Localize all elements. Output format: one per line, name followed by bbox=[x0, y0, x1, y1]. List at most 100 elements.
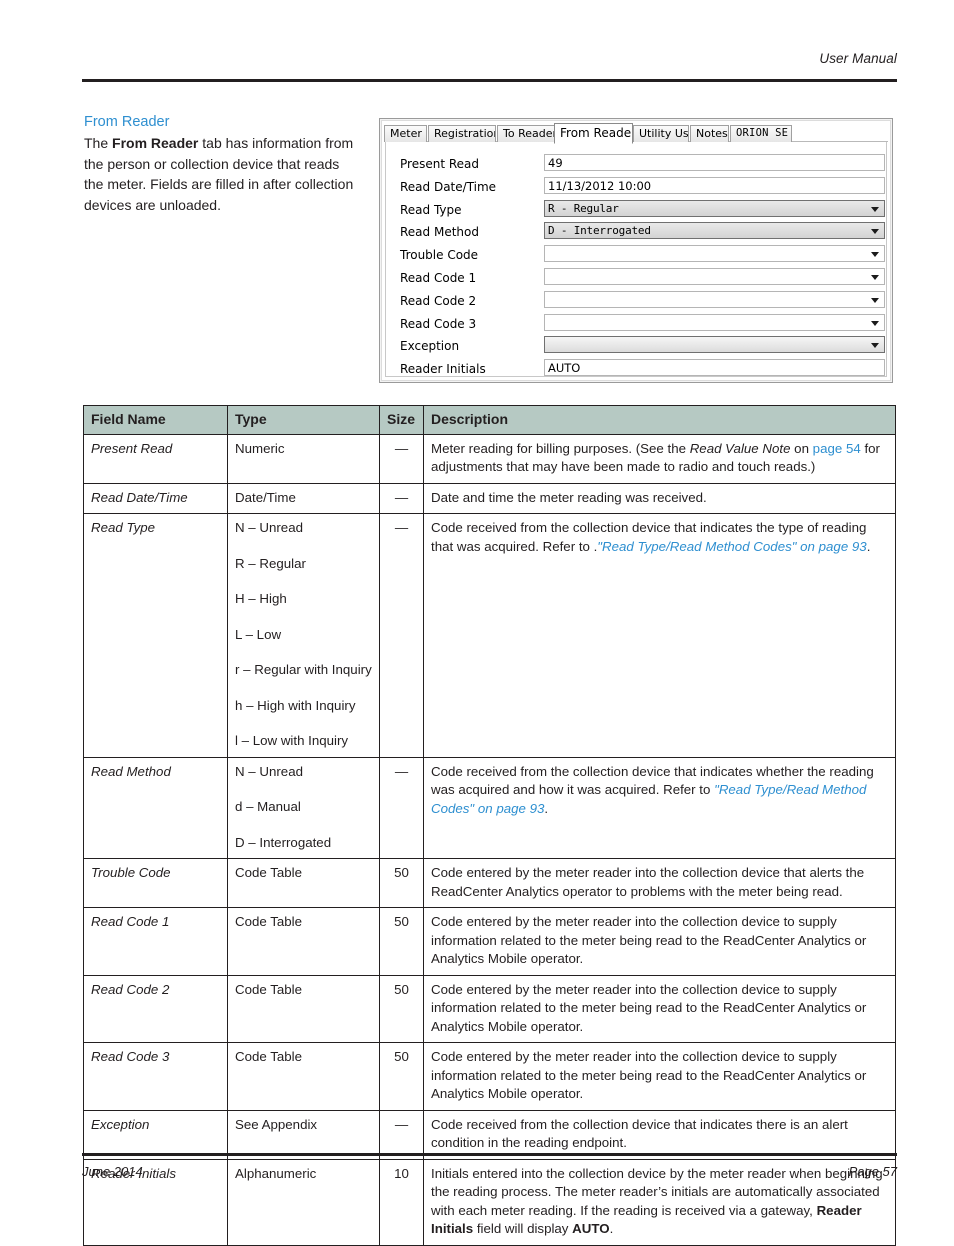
form-row-reader-initials: Reader Initials AUTO bbox=[386, 358, 886, 381]
read-date-time-value: 11/13/2012 10:00 bbox=[548, 178, 652, 193]
cell-field-name: Read Type bbox=[83, 513, 228, 758]
section-heading: From Reader bbox=[84, 114, 170, 130]
type-option: r – Regular with Inquiry bbox=[235, 662, 372, 677]
present-read-input[interactable]: 49 bbox=[544, 154, 885, 171]
from-reader-dialog: Meter Registration To Reader From Reader Uti… bbox=[379, 118, 893, 383]
cell-size: — bbox=[379, 482, 424, 514]
intro-text-1: The bbox=[84, 135, 113, 151]
cell-type: N – Unread d – Manual D – Interrogated bbox=[227, 756, 380, 859]
chevron-down-icon[interactable] bbox=[871, 229, 879, 235]
read-date-time-input[interactable]: 11/13/2012 10:00 bbox=[544, 176, 885, 194]
description-text: Code received from the collection device… bbox=[431, 1116, 848, 1151]
table-row: Read Code 2 Code Table 50 Code entered by t… bbox=[83, 974, 896, 1043]
present-read-value: 49 bbox=[548, 156, 563, 170]
description-text: . bbox=[866, 538, 871, 554]
dialog-tab-to-reader[interactable]: To Reader bbox=[497, 125, 557, 142]
cross-reference-link[interactable]: "Read Type/Read Method Codes" on page 93 bbox=[597, 539, 866, 554]
chevron-down-icon[interactable] bbox=[871, 252, 879, 258]
dialog-tabstrip[interactable]: Meter Registration To Reader From Reader Uti… bbox=[384, 123, 888, 144]
type-option: R – Regular bbox=[235, 555, 306, 571]
form-row-present-read: Present Read 49 bbox=[386, 153, 886, 176]
header-rule bbox=[82, 79, 897, 82]
read-code-3-dropdown[interactable] bbox=[544, 313, 885, 331]
table-row: Trouble Code Code Table 50 Code entered by … bbox=[83, 858, 896, 908]
table-body: Present Read Numeric — Meter reading for bi… bbox=[83, 433, 896, 1246]
cell-field-name: Read Code 3 bbox=[83, 1042, 228, 1111]
cell-type: Numeric bbox=[227, 433, 380, 484]
footer-date: June 2014 bbox=[82, 1164, 143, 1179]
dialog-tab-label: ORION SE bbox=[736, 127, 789, 139]
cell-description: Code entered by the meter reader into th… bbox=[423, 858, 896, 908]
table-header-row: Field Name Type Size Description bbox=[83, 405, 896, 435]
cell-field-name: Read Method bbox=[83, 756, 228, 859]
dialog-tab-notes[interactable]: Notes bbox=[690, 125, 729, 142]
read-code-2-dropdown[interactable] bbox=[544, 290, 885, 308]
cell-type: Code Table bbox=[227, 907, 380, 976]
read-code-1-dropdown[interactable] bbox=[544, 268, 885, 285]
cell-field-name: Exception bbox=[83, 1109, 228, 1160]
field-label: Read Code 1 bbox=[400, 271, 477, 285]
exception-dropdown[interactable] bbox=[544, 336, 885, 354]
dialog-tab-label: Meter bbox=[390, 127, 422, 140]
cell-size: 50 bbox=[379, 1042, 424, 1111]
reader-initials-input[interactable]: AUTO bbox=[544, 359, 885, 377]
field-label: Read Date/Time bbox=[400, 179, 497, 194]
description-text: . bbox=[609, 1221, 614, 1236]
form-row-read-code-1: Read Code 1 bbox=[386, 267, 886, 290]
dialog-tab-label: Registration bbox=[434, 127, 496, 140]
type-option: N – Unread bbox=[235, 763, 303, 779]
cell-size: — bbox=[379, 433, 424, 484]
running-header: User Manual bbox=[82, 50, 897, 68]
cell-type: Code Table bbox=[227, 858, 380, 908]
chevron-down-icon[interactable] bbox=[871, 297, 879, 303]
chevron-down-icon[interactable] bbox=[871, 275, 879, 280]
cell-description: Code entered by the meter reader into th… bbox=[423, 907, 896, 976]
read-method-dropdown[interactable]: D - Interrogated bbox=[544, 222, 885, 240]
dialog-tab-registration[interactable]: Registration bbox=[428, 125, 496, 142]
reader-initials-value: AUTO bbox=[548, 361, 581, 376]
type-option: Code Table bbox=[235, 1049, 303, 1064]
dialog-tab-utility-use[interactable]: Utility Use bbox=[633, 125, 689, 142]
col-header-type: Type bbox=[227, 405, 380, 435]
cell-field-name: Read Code 1 bbox=[83, 907, 228, 976]
description-text: Code entered by the meter reader into th… bbox=[431, 1049, 867, 1101]
form-row-trouble-code: Trouble Code bbox=[386, 244, 886, 267]
chevron-down-icon[interactable] bbox=[871, 206, 879, 212]
from-reader-form: Present Read 49 Read Date/Time 11/13/2012 1… bbox=[385, 142, 887, 377]
description-text: . bbox=[544, 800, 549, 816]
form-row-read-code-3: Read Code 3 bbox=[386, 313, 886, 336]
dialog-tab-meter[interactable]: Meter bbox=[384, 125, 427, 142]
cell-size: 50 bbox=[379, 974, 424, 1043]
read-type-selected-value: R - Regular bbox=[548, 201, 619, 215]
dialog-tab-from-reader[interactable]: From Reader bbox=[554, 123, 633, 144]
form-row-read-code-2: Read Code 2 bbox=[386, 290, 886, 313]
description-text: on bbox=[790, 440, 813, 456]
form-row-read-date-time: Read Date/Time 11/13/2012 10:00 bbox=[386, 176, 886, 199]
col-header-field-name: Field Name bbox=[83, 405, 228, 435]
strong-text: AUTO bbox=[572, 1221, 610, 1236]
type-option: h – High with Inquiry bbox=[235, 697, 356, 713]
dialog-inner-frame: Meter Registration To Reader From Reader Uti… bbox=[381, 120, 891, 381]
chevron-down-icon[interactable] bbox=[871, 320, 879, 326]
type-option: See Appendix bbox=[235, 1116, 318, 1132]
intro-column: From Reader The From Reader tab has info… bbox=[84, 112, 359, 215]
cell-field-name: Read Code 2 bbox=[83, 974, 228, 1043]
read-method-selected-value: D - Interrogated bbox=[548, 224, 651, 238]
chevron-down-icon[interactable] bbox=[871, 343, 879, 349]
cell-size: 50 bbox=[379, 907, 424, 976]
dialog-tab-label: To Reader bbox=[503, 127, 557, 140]
field-reference-table: Field Name Type Size Description Present… bbox=[83, 405, 896, 1246]
dialog-tab-label: Notes bbox=[696, 127, 728, 140]
cell-type: See Appendix bbox=[227, 1109, 380, 1160]
dialog-tab-orion-se[interactable]: ORION SE bbox=[730, 125, 792, 142]
cell-description: Code received from the collection device… bbox=[423, 513, 896, 758]
trouble-code-dropdown[interactable] bbox=[544, 245, 885, 263]
description-text: Code entered by the meter reader into th… bbox=[431, 981, 867, 1034]
read-type-dropdown[interactable]: R - Regular bbox=[544, 199, 885, 217]
cell-size: — bbox=[379, 756, 424, 859]
type-option: Code Table bbox=[235, 914, 303, 929]
field-label: Trouble Code bbox=[400, 248, 479, 263]
page-reference-link[interactable]: page 54 bbox=[813, 441, 861, 456]
field-label: Read Method bbox=[400, 225, 479, 240]
type-option: Numeric bbox=[235, 440, 285, 456]
